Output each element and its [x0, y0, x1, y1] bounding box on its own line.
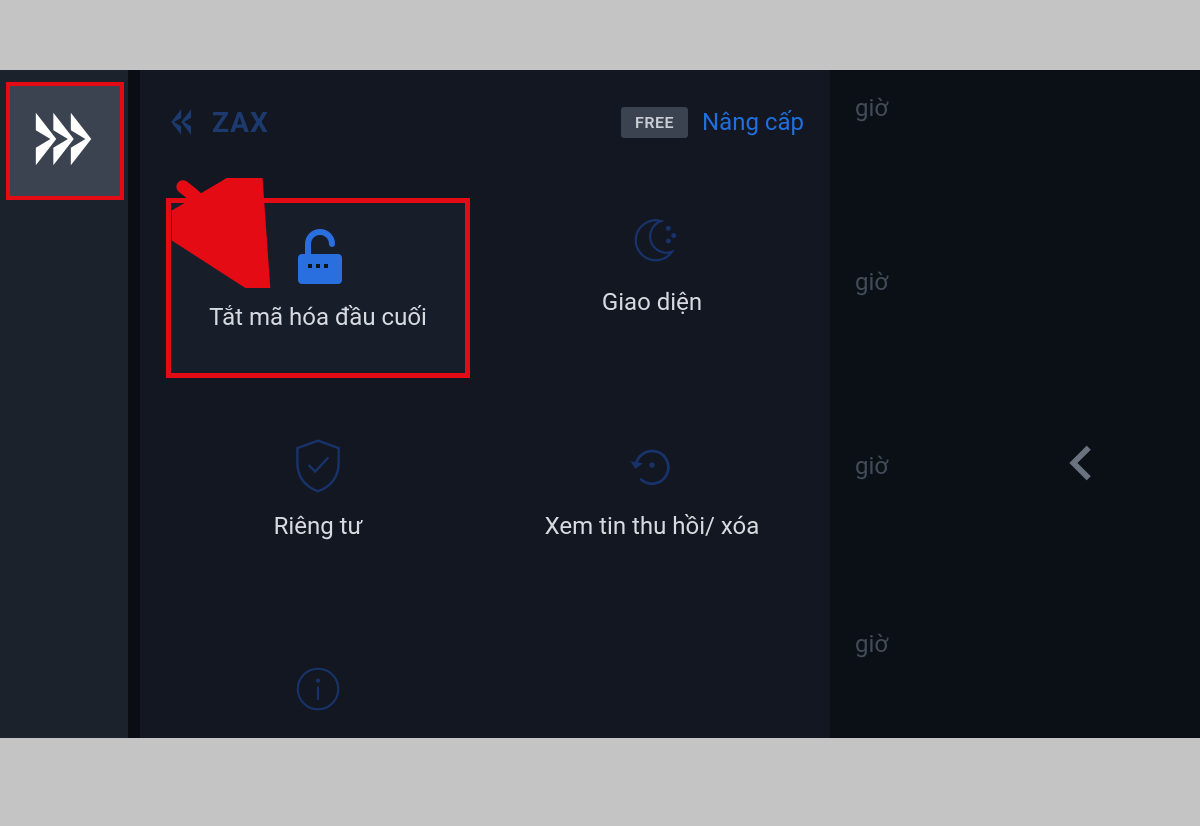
plan-badge: FREE	[621, 107, 688, 138]
unlock-icon	[286, 217, 350, 295]
tile-label: Tắt mã hóa đầu cuối	[209, 301, 427, 333]
grid-spacer	[500, 646, 804, 826]
header-actions: FREE Nâng cấp	[621, 107, 804, 138]
tile-label: Giao diện	[602, 286, 702, 318]
time-label: giờ	[855, 268, 888, 296]
time-label: giờ	[855, 452, 888, 480]
time-label: giờ	[855, 630, 888, 658]
time-label: giờ	[855, 94, 888, 122]
zax-logo-icon	[166, 104, 202, 140]
moon-icon	[623, 202, 681, 280]
settings-window: giờ giờ giờ giờ ZAX FREE Nâng cấp	[0, 70, 1200, 738]
tile-disable-encryption[interactable]: Tắt mã hóa đầu cuối	[166, 198, 470, 378]
sidebar-rail	[0, 70, 128, 738]
upgrade-link[interactable]: Nâng cấp	[702, 108, 804, 136]
brand: ZAX	[166, 104, 269, 140]
brand-name: ZAX	[212, 106, 269, 139]
zax-logo-icon	[30, 104, 100, 178]
tile-label: Riêng tư	[274, 510, 363, 542]
panel-header: ZAX FREE Nâng cấp	[166, 92, 804, 152]
chevron-left-icon[interactable]	[1060, 440, 1106, 490]
options-grid: Tắt mã hóa đầu cuối Giao diện	[166, 198, 804, 826]
tile-privacy[interactable]: Riêng tư	[166, 422, 470, 602]
shield-check-icon	[288, 426, 348, 504]
zax-settings-panel: ZAX FREE Nâng cấp Tắt mã hóa đầ	[140, 70, 830, 738]
tile-appearance[interactable]: Giao diện	[500, 198, 804, 378]
restore-icon	[623, 426, 681, 504]
zax-app-button[interactable]	[6, 82, 124, 200]
tile-label: Xem tin thu hồi/ xóa	[545, 510, 760, 542]
info-icon	[291, 650, 345, 728]
tile-recall-messages[interactable]: Xem tin thu hồi/ xóa	[500, 422, 804, 602]
tile-info[interactable]	[166, 646, 470, 826]
